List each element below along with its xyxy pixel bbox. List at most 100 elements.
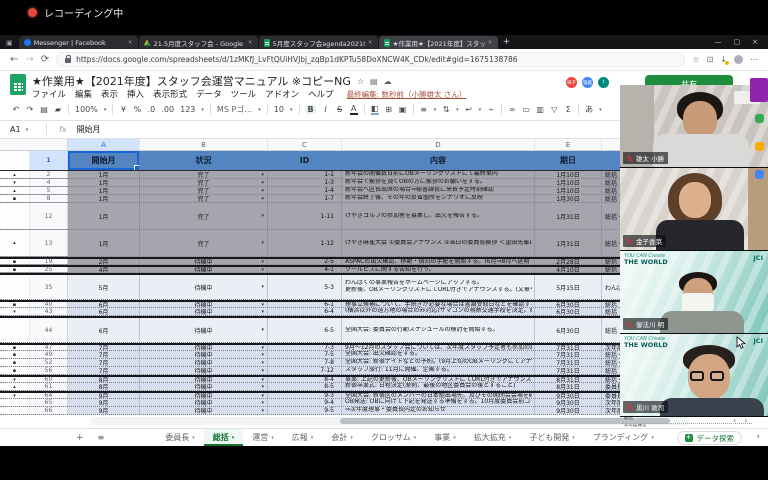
address-bar[interactable]: https://docs.google.com/spreadsheets/d/1… [56,52,686,67]
cell-content[interactable]: ASPACの出欠確認、移動・宿泊の手配を開始する。(6月⇒8月へ延期 [342,259,535,264]
cell-id[interactable]: 9-4 [268,399,342,406]
sheet-tab[interactable]: クロッサム ▾ [362,429,425,446]
cell-status[interactable]: 完了 ▾ [140,203,268,229]
sheet-tab-menu-icon[interactable]: ▾ [651,435,654,441]
cell-content[interactable]: クールビズに関する告知を行う。 [342,267,535,272]
cell-month[interactable]: 7月 [68,345,140,350]
cell-month[interactable]: 1月 [68,195,140,202]
cell-status[interactable]: 待機中 ▾ [140,267,268,272]
column-header[interactable]: E [535,139,602,150]
scrollbar-thumb[interactable] [340,418,670,424]
cell-content[interactable]: 全国大会: 出欠確認をする。 [342,351,535,358]
row-group-marker[interactable]: ▴ [0,230,30,256]
row-number[interactable]: 2 [30,171,68,178]
cell-id[interactable]: 6-4 [268,308,342,315]
sheet-tab[interactable]: 会計 ▾ [322,429,362,446]
select-all-corner[interactable] [0,139,68,150]
cell-content[interactable]: 事業: 上記の更新後、OBメーリングリストにてURL付きでアナウンスする。 [342,377,535,382]
star-icon[interactable]: ☆ [357,77,364,86]
cell-content[interactable]: 理事立候補について、手続きが必要な場合は書類受取日などを確認する。 [342,302,535,307]
cell-id[interactable]: 9-5 [268,407,342,414]
row-number[interactable]: 47 [30,344,68,351]
cell-id[interactable]: 5-3 [268,275,342,299]
row-group-marker[interactable]: ▾ [0,308,30,315]
cell-content[interactable]: (横浜以外の遠方地の場合のみ対応)サマコンの視察交通手段を決定。原則は現地集合と… [342,308,535,315]
cell-id[interactable]: 7-5 [268,351,342,358]
cell-due[interactable]: 4月10日 [535,267,602,272]
row-group-marker[interactable]: ▾ [0,179,30,186]
row-number[interactable]: 19 [30,258,68,265]
row-group-marker[interactable]: ▪ [0,259,30,265]
dropdown-arrow-icon[interactable]: ▾ [261,188,264,194]
cell-due[interactable]: 5月15日 [535,275,602,299]
cell-content[interactable]: 新年会終了後、その年の反省箇所をシナリオに反映 [342,195,535,202]
cell-id[interactable]: 1-11 [268,203,342,229]
dropdown-arrow-icon[interactable]: ▾ [261,180,264,186]
cell-status[interactable]: 待機中 ▾ [140,393,268,398]
cell-content[interactable]: 全国大会: 新宿ナイトなどの予約。(9月上旬のOBメーリングにてアナウンス)、二… [342,359,535,366]
cell-status[interactable]: 完了 ▾ [140,171,268,178]
dropdown-arrow-icon[interactable]: ▾ [261,408,264,414]
cell-id[interactable]: 6-5 [268,318,342,342]
row-number[interactable]: 12 [30,203,68,229]
browser-tab[interactable]: ★作業用★【2021年度】スタッフ会 × [378,36,498,49]
dropdown-arrow-icon[interactable]: ▾ [261,267,264,272]
cell-due[interactable]: 9月30日 [535,407,602,414]
header-cell-month[interactable]: 開始月 [68,151,140,170]
document-title[interactable]: ★作業用★【2021年度】スタッフ会運営マニュアル ※コピーNG [32,73,351,89]
dropdown-arrow-icon[interactable]: ▾ [261,327,264,333]
sheet-tab-menu-icon[interactable]: ▾ [350,435,353,441]
row-number[interactable]: 66 [30,407,68,414]
tab-search-icon[interactable]: ▣ [6,39,13,47]
row-group-marker[interactable]: ▪ [0,351,30,358]
maximize-button[interactable]: ▢ [734,38,741,46]
cell-due[interactable]: 6月30日 [535,308,602,315]
cell-due[interactable]: 8月31日 [535,383,602,390]
close-button[interactable]: × [752,38,758,46]
cell-id[interactable]: 9-3 [268,393,342,398]
dropdown-arrow-icon[interactable]: ▾ [261,384,264,390]
sheet-tab-menu-icon[interactable]: ▾ [311,435,314,441]
cell-status[interactable]: 完了 ▾ [140,195,268,202]
cell-id[interactable]: 2-5 [268,259,342,264]
sidebar-app-icon[interactable] [755,114,764,123]
cell-status[interactable]: 待機中 ▾ [140,345,268,350]
cell-month[interactable]: 1月 [68,230,140,256]
move-folder-icon[interactable]: ▤ [370,77,378,86]
header-cell-content[interactable]: 内容 [342,151,535,170]
horizontal-scrollbar[interactable] [90,417,690,425]
sheet-tab-menu-icon[interactable]: ▾ [192,435,195,441]
new-tab-button[interactable]: + [503,37,511,47]
browser-tab[interactable]: 21.5月度スタッフ会 - Google ドライ × [138,36,258,49]
filter-button[interactable]: ▽ [550,105,558,114]
cell-content[interactable]: 9月～12月のスタッフ会については、次年度スタッフ予定者も参加の段取りをする。 [342,345,535,350]
sheet-tab[interactable]: ブランディング ▾ [584,429,663,446]
cell-due[interactable]: 1月31日 [535,230,602,256]
tab-close-icon[interactable]: × [248,39,253,46]
paint-format-icon[interactable]: ▰ [54,105,62,114]
font-family-select[interactable]: MS Pゴ… [217,104,252,115]
dropdown-arrow-icon[interactable]: ▾ [261,368,264,374]
participant-tile[interactable]: YOU CAN Create THE WORLD JCI [620,85,768,168]
cell-status[interactable]: 待機中 ▾ [140,383,268,390]
row-group-marker[interactable] [0,399,30,406]
sheet-tab[interactable]: 委員長 ▾ [156,429,204,446]
cell-month[interactable]: 4月 [68,267,140,272]
borders-button[interactable]: ⊞ [385,105,393,114]
row-number[interactable]: 13 [30,230,68,256]
percent-format-icon[interactable]: % [133,105,142,114]
cell-status[interactable]: 待機中 ▾ [140,351,268,358]
row-number[interactable]: 61 [30,383,68,390]
sheet-tab-menu-icon[interactable]: ▾ [509,435,512,441]
cell-content[interactable]: 新年会の開催数日前にOBメーリングリストにて最終案内 [342,171,535,178]
dropdown-arrow-icon[interactable]: ▾ [261,345,264,350]
participant-tile[interactable]: YOU CAN Create THE WORLD JCI [620,251,768,334]
name-box[interactable]: A1 ▾ [0,125,46,134]
row-number[interactable]: 60 [30,376,68,383]
cell-status[interactable]: 完了 ▾ [140,179,268,186]
input-tools-button[interactable]: あ [585,104,593,115]
browser-tab[interactable]: 5月度スタッフ会agenda20210427 × [258,36,378,49]
sheet-tab[interactable]: 拡大拡充 ▾ [465,429,521,446]
formula-input[interactable]: 開始月 [77,124,101,135]
row-group-marker[interactable]: ▴ [0,383,30,390]
